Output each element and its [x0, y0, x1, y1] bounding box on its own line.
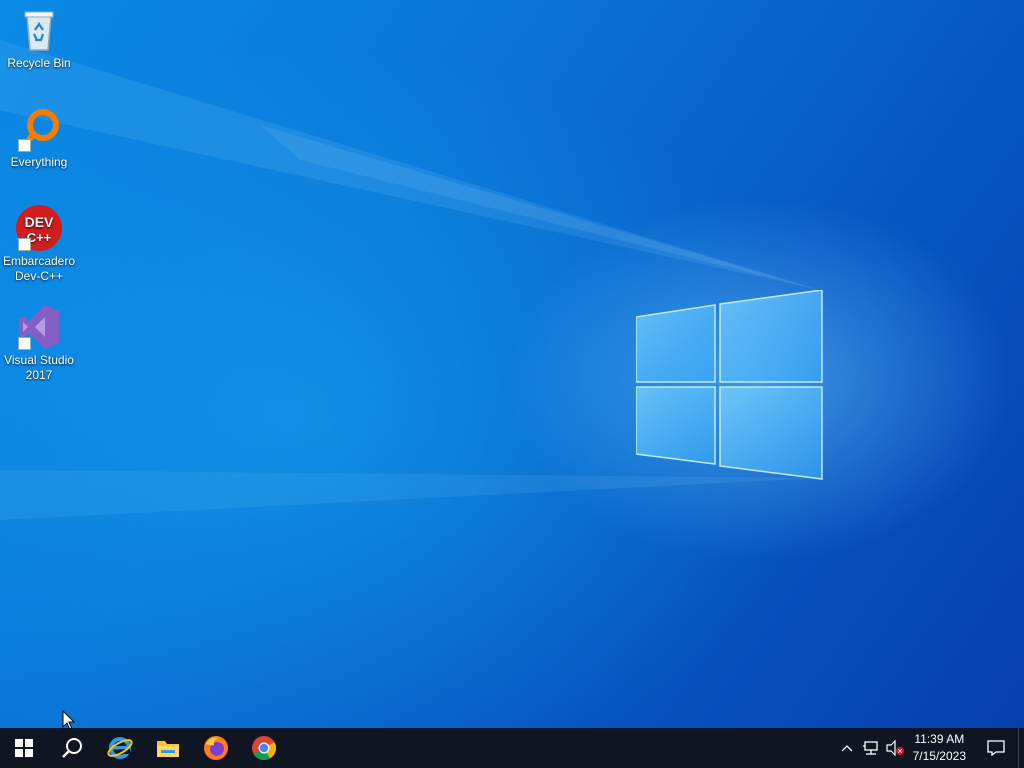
- clock-time: 11:39 AM: [914, 732, 965, 746]
- volume-control[interactable]: [883, 728, 907, 768]
- shortcut-arrow-icon: [18, 337, 31, 350]
- action-center-button[interactable]: [974, 728, 1018, 768]
- desktop-icon-everything[interactable]: Everything: [0, 105, 78, 170]
- visual-studio-icon: [15, 303, 63, 351]
- taskbar-clock[interactable]: 11:39 AM 7/15/2023: [907, 731, 974, 765]
- system-tray: 11:39 AM 7/15/2023: [835, 728, 1024, 768]
- recycle-bin-icon: [15, 6, 63, 54]
- svg-text:DEV: DEV: [25, 214, 54, 230]
- chrome-icon: [252, 736, 277, 761]
- shortcut-arrow-icon: [18, 139, 31, 152]
- desktop-icon-visual-studio[interactable]: Visual Studio 2017: [0, 303, 78, 383]
- desktop-icon-label: Embarcadero Dev-C++: [2, 254, 76, 283]
- volume-muted-icon: [886, 740, 904, 756]
- desktop-icon-label: Recycle Bin: [7, 56, 71, 70]
- internet-explorer-icon: [107, 737, 133, 759]
- wallpaper-light-beams: [0, 40, 820, 520]
- desktop-icon-label: Everything: [10, 155, 68, 169]
- search-icon: [62, 738, 82, 758]
- windows-start-icon: [15, 739, 33, 757]
- chevron-up-icon: [841, 745, 853, 752]
- firefox-icon: [204, 736, 228, 760]
- taskbar-chrome[interactable]: [240, 728, 288, 768]
- taskbar-firefox[interactable]: [192, 728, 240, 768]
- search-button[interactable]: [48, 728, 96, 768]
- mouse-cursor-icon: [62, 710, 76, 728]
- taskbar-file-explorer[interactable]: [144, 728, 192, 768]
- file-explorer-icon: [157, 741, 179, 757]
- everything-magnifier-icon: [15, 105, 63, 153]
- desktop-icon-recycle-bin[interactable]: Recycle Bin: [0, 6, 78, 71]
- shortcut-arrow-icon: [18, 238, 31, 251]
- taskbar-internet-explorer[interactable]: [96, 728, 144, 768]
- dev-cpp-icon: DEV C++: [15, 204, 63, 252]
- network-icon: [862, 741, 878, 755]
- clock-date: 7/15/2023: [912, 749, 966, 763]
- show-hidden-icons-button[interactable]: [835, 728, 859, 768]
- network-status[interactable]: [859, 728, 883, 768]
- notification-icon: [987, 740, 1005, 756]
- start-button[interactable]: [0, 728, 48, 768]
- show-desktop-button[interactable]: [1018, 728, 1024, 768]
- taskbar: 11:39 AM 7/15/2023: [0, 728, 1024, 768]
- desktop-icon-label: Visual Studio 2017: [4, 353, 74, 382]
- desktop[interactable]: Recycle Bin Everything DEV C++ Embarcade…: [0, 0, 1024, 728]
- windows-logo-wallpaper: [636, 290, 823, 480]
- desktop-icon-dev-cpp[interactable]: DEV C++ Embarcadero Dev-C++: [0, 204, 78, 284]
